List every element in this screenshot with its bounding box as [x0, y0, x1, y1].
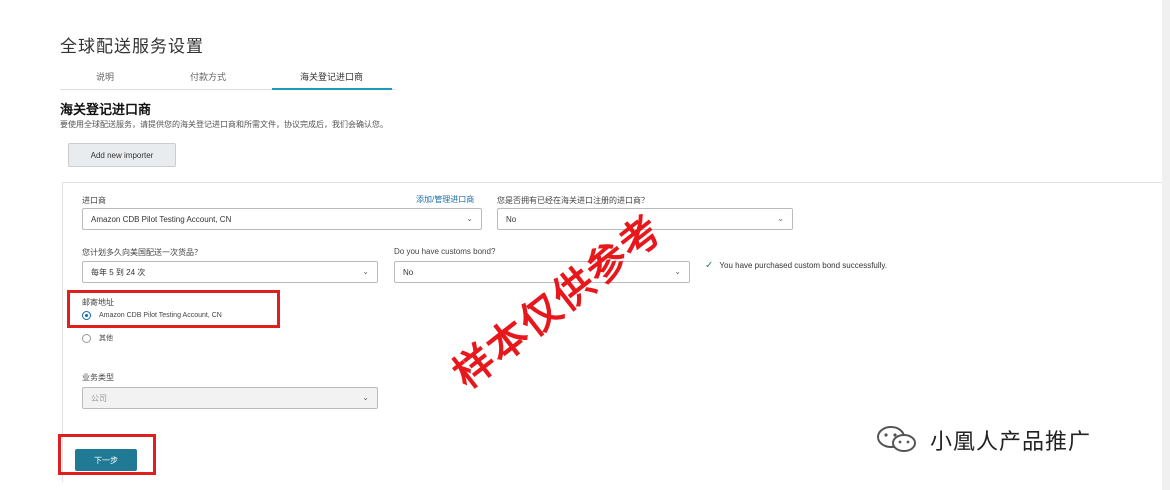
tab-bar: 说明 付款方式 海关登记进口商 [60, 66, 395, 90]
radio-unselected-icon[interactable] [82, 333, 91, 343]
has-record-label: 您是否拥有已经在海关进口注册的进口商？ [497, 196, 649, 205]
business-type-select: 公司 ⌄ [82, 387, 378, 409]
bond-success-text: You have purchased custom bond successfu… [719, 261, 888, 270]
manage-importer-link[interactable]: 添加/管理进口商 [416, 194, 474, 205]
customs-bond-select-value: No [403, 267, 414, 277]
page-title: 全球配送服务设置 [60, 37, 204, 57]
importer-select[interactable]: Amazon CDB Pilot Testing Account, CN ⌄ [82, 208, 482, 230]
customs-bond-label: Do you have customs bond? [394, 247, 496, 256]
wechat-icon [876, 425, 920, 455]
tab-instructions[interactable]: 说明 [96, 70, 114, 83]
frequency-label: 您计划多久向美国配送一次货品？ [82, 248, 202, 257]
chevron-down-icon: ⌄ [674, 267, 681, 276]
checkmark-icon: ✓ [705, 260, 714, 271]
wechat-attribution: 小凰人产品推广 [876, 424, 1091, 456]
frequency-select[interactable]: 每年 5 到 24 次 ⌄ [82, 261, 378, 283]
highlight-box-mailing [67, 290, 280, 328]
section-description: 要使用全球配送服务，请提供您的海关登记进口商和所需文件，协议完成后，我们会确认您… [60, 120, 388, 129]
importer-label: 进口商 [82, 196, 106, 205]
active-tab-indicator [272, 88, 392, 90]
chevron-down-icon: ⌄ [777, 214, 784, 223]
wechat-account-name: 小凰人产品推广 [930, 430, 1092, 455]
chevron-down-icon: ⌄ [362, 267, 369, 276]
section-title: 海关登记进口商 [60, 103, 152, 118]
tab-payment-method[interactable]: 付款方式 [190, 70, 226, 83]
mailing-option-other[interactable]: 其他 [82, 333, 113, 343]
importer-select-value: Amazon CDB Pilot Testing Account, CN [91, 214, 232, 224]
business-type-label: 业务类型 [82, 373, 114, 382]
bond-success-message: ✓ You have purchased custom bond success… [705, 260, 887, 271]
chevron-down-icon: ⌄ [466, 214, 473, 223]
frequency-select-value: 每年 5 到 24 次 [91, 267, 146, 277]
has-record-select-value: No [506, 214, 517, 224]
next-button[interactable]: 下一步 [75, 449, 137, 471]
mailing-option-other-label: 其他 [99, 335, 113, 342]
add-importer-button[interactable]: Add new importer [68, 143, 176, 167]
tab-customs-importer[interactable]: 海关登记进口商 [300, 70, 363, 83]
chevron-down-icon: ⌄ [362, 393, 369, 402]
business-type-select-value: 公司 [91, 393, 107, 403]
settings-page: 全球配送服务设置 说明 付款方式 海关登记进口商 海关登记进口商 要使用全球配送… [0, 0, 1170, 490]
scrollbar-track[interactable] [1162, 0, 1170, 490]
